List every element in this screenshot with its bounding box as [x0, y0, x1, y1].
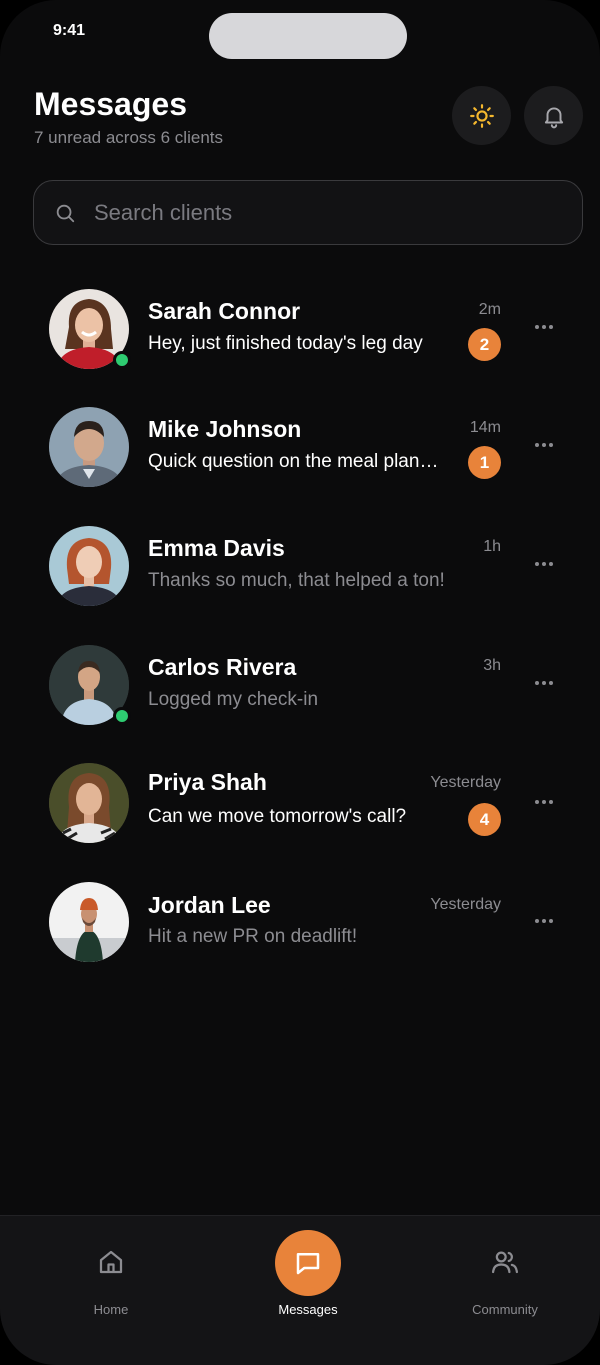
bottom-tab-bar: Home Messages Community [0, 1215, 600, 1365]
dynamic-island [209, 13, 407, 59]
unread-badge: 2 [468, 328, 501, 361]
unread-badge: 1 [468, 446, 501, 479]
client-name: Priya Shah [148, 769, 267, 795]
more-options-button[interactable] [530, 317, 558, 337]
message-preview: Hit a new PR on deadlift! [148, 926, 358, 947]
more-dots-icon [535, 800, 553, 804]
more-options-button[interactable] [530, 554, 558, 574]
message-time: 3h [483, 657, 501, 674]
search-bar[interactable] [33, 180, 583, 245]
more-dots-icon [535, 443, 553, 447]
page-subtitle: 7 unread across 6 clients [34, 128, 223, 147]
tab-messages[interactable]: Messages [243, 1216, 373, 1326]
avatar [49, 526, 129, 606]
client-name: Mike Johnson [148, 416, 302, 442]
conversation-row-sarah-connor[interactable]: Sarah Connor Hey, just finished today's … [0, 270, 600, 388]
more-dots-icon [535, 562, 553, 566]
conversation-row-mike-johnson[interactable]: Mike Johnson Quick question on the meal … [0, 388, 600, 506]
message-time: Yesterday [430, 896, 501, 913]
users-icon [489, 1246, 521, 1278]
message-preview: Logged my check-in [148, 689, 319, 710]
search-icon [54, 202, 76, 224]
home-icon [95, 1246, 127, 1278]
message-time: 1h [483, 538, 501, 555]
message-preview: Can we move tomorrow's call? [148, 806, 407, 827]
unread-badge: 4 [468, 803, 501, 836]
conversation-row-emma-davis[interactable]: Emma Davis Thanks so much, that helped a… [0, 507, 600, 625]
client-name: Carlos Rivera [148, 654, 297, 680]
message-preview: Quick question on the meal plan… [148, 451, 439, 472]
client-name: Emma Davis [148, 535, 285, 561]
online-indicator [113, 351, 131, 369]
phone-screen: 9:41 Messages 7 unread across 6 clients [0, 0, 600, 1365]
message-time: Yesterday [430, 774, 501, 791]
avatar [49, 882, 129, 962]
online-indicator [113, 707, 131, 725]
message-time: 14m [469, 419, 501, 436]
more-options-button[interactable] [530, 435, 558, 455]
theme-toggle-button[interactable] [452, 86, 511, 145]
tab-label: Community [472, 1302, 538, 1317]
tab-label: Home [93, 1302, 129, 1317]
notifications-button[interactable] [524, 86, 583, 145]
tab-home[interactable]: Home [46, 1216, 176, 1326]
page-title: Messages [34, 86, 187, 122]
more-dots-icon [535, 325, 553, 329]
avatar [49, 407, 129, 487]
message-time: 2m [478, 301, 501, 318]
avatar [49, 763, 129, 843]
conversation-row-jordan-lee[interactable]: Jordan Lee Hit a new PR on deadlift! Yes… [0, 863, 600, 981]
status-time: 9:41 [53, 22, 86, 39]
client-name: Sarah Connor [148, 298, 301, 324]
more-options-button[interactable] [530, 792, 558, 812]
sun-icon [469, 103, 494, 128]
client-name: Jordan Lee [148, 892, 271, 918]
more-options-button[interactable] [530, 673, 558, 693]
more-dots-icon [535, 681, 553, 685]
message-preview: Thanks so much, that helped a ton! [148, 570, 445, 591]
conversation-row-priya-shah[interactable]: Priya Shah Can we move tomorrow's call? … [0, 744, 600, 862]
search-input[interactable] [94, 199, 534, 226]
conversation-row-carlos-rivera[interactable]: Carlos Rivera Logged my check-in 3h [0, 626, 600, 744]
more-options-button[interactable] [530, 911, 558, 931]
more-dots-icon [535, 919, 553, 923]
bell-icon [544, 106, 563, 128]
tab-community[interactable]: Community [440, 1216, 570, 1326]
message-preview: Hey, just finished today's leg day [148, 333, 423, 354]
tab-label: Messages [278, 1302, 338, 1317]
